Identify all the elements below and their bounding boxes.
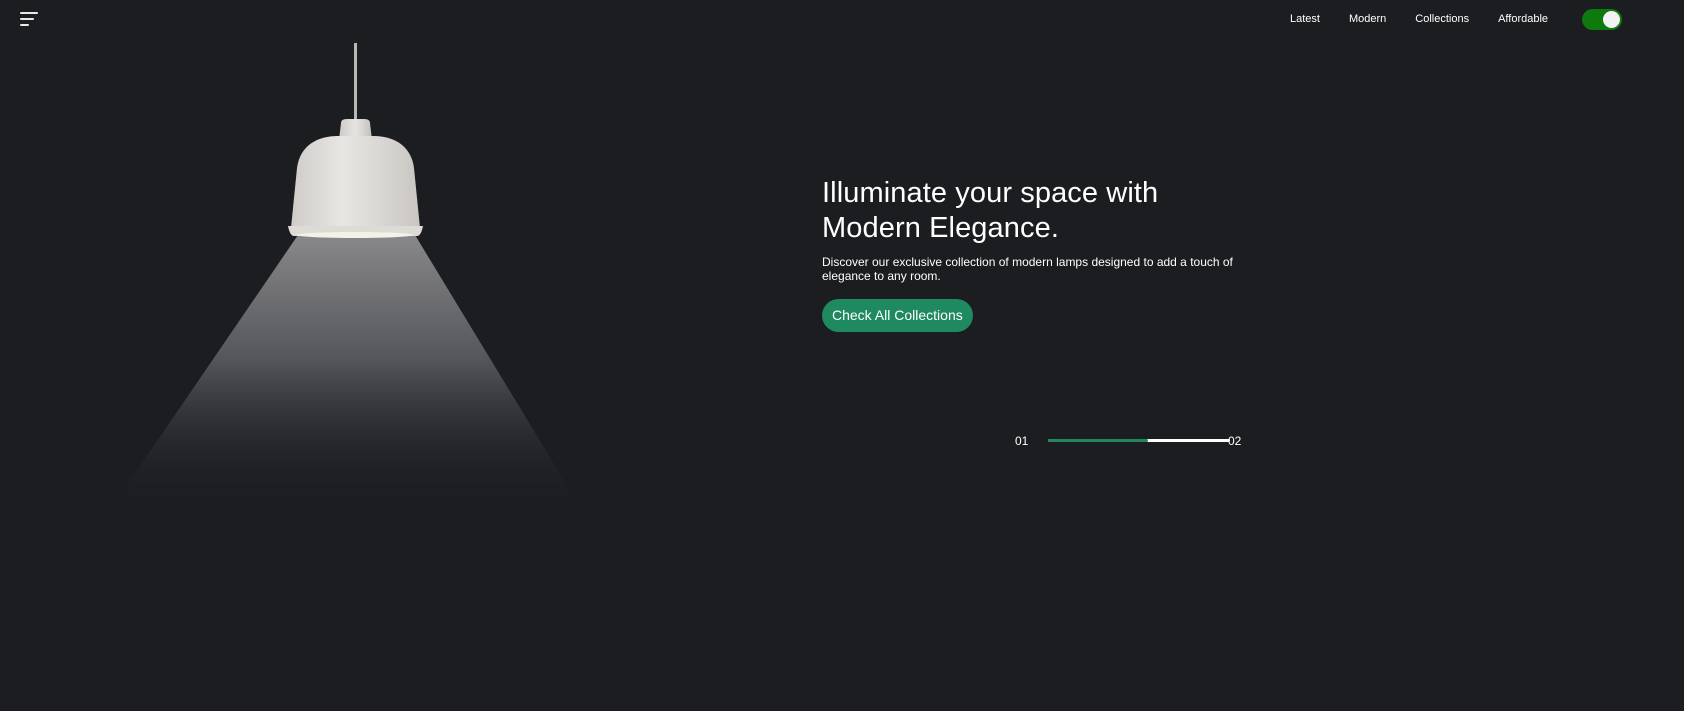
pendant-lamp-illustration: [110, 43, 582, 510]
hero-description: Discover our exclusive collection of mod…: [822, 255, 1233, 283]
hero-title-line1: Illuminate your space with: [822, 177, 1159, 209]
slide-progress-track[interactable]: [1048, 439, 1230, 442]
check-all-collections-button[interactable]: Check All Collections: [822, 299, 973, 332]
slide-progress-fill: [1048, 439, 1149, 442]
light-beam: [110, 235, 582, 510]
landing-page: Latest Modern Collections Affordable Ill…: [0, 0, 1684, 711]
lamp-shade: [291, 136, 420, 228]
nav-item-modern[interactable]: Modern: [1349, 13, 1386, 25]
hero-section: Illuminate your space with Modern Elegan…: [822, 176, 1262, 332]
nav-item-affordable[interactable]: Affordable: [1498, 13, 1548, 25]
slide-current-number: 01: [1015, 434, 1029, 448]
toggle-knob: [1603, 11, 1620, 28]
theme-toggle[interactable]: [1582, 9, 1622, 30]
hero-title: Illuminate your space with Modern Elegan…: [822, 176, 1262, 246]
slide-total-number: 02: [1228, 434, 1242, 448]
lamp-cord: [354, 43, 357, 123]
slide-progress: 01 02: [1015, 432, 1245, 448]
hero-title-line2: Modern Elegance.: [822, 212, 1059, 244]
nav-item-collections[interactable]: Collections: [1415, 13, 1469, 25]
top-nav: Latest Modern Collections Affordable: [1290, 13, 1548, 25]
lamp-bulb-glow: [297, 232, 413, 238]
nav-item-latest[interactable]: Latest: [1290, 13, 1320, 25]
